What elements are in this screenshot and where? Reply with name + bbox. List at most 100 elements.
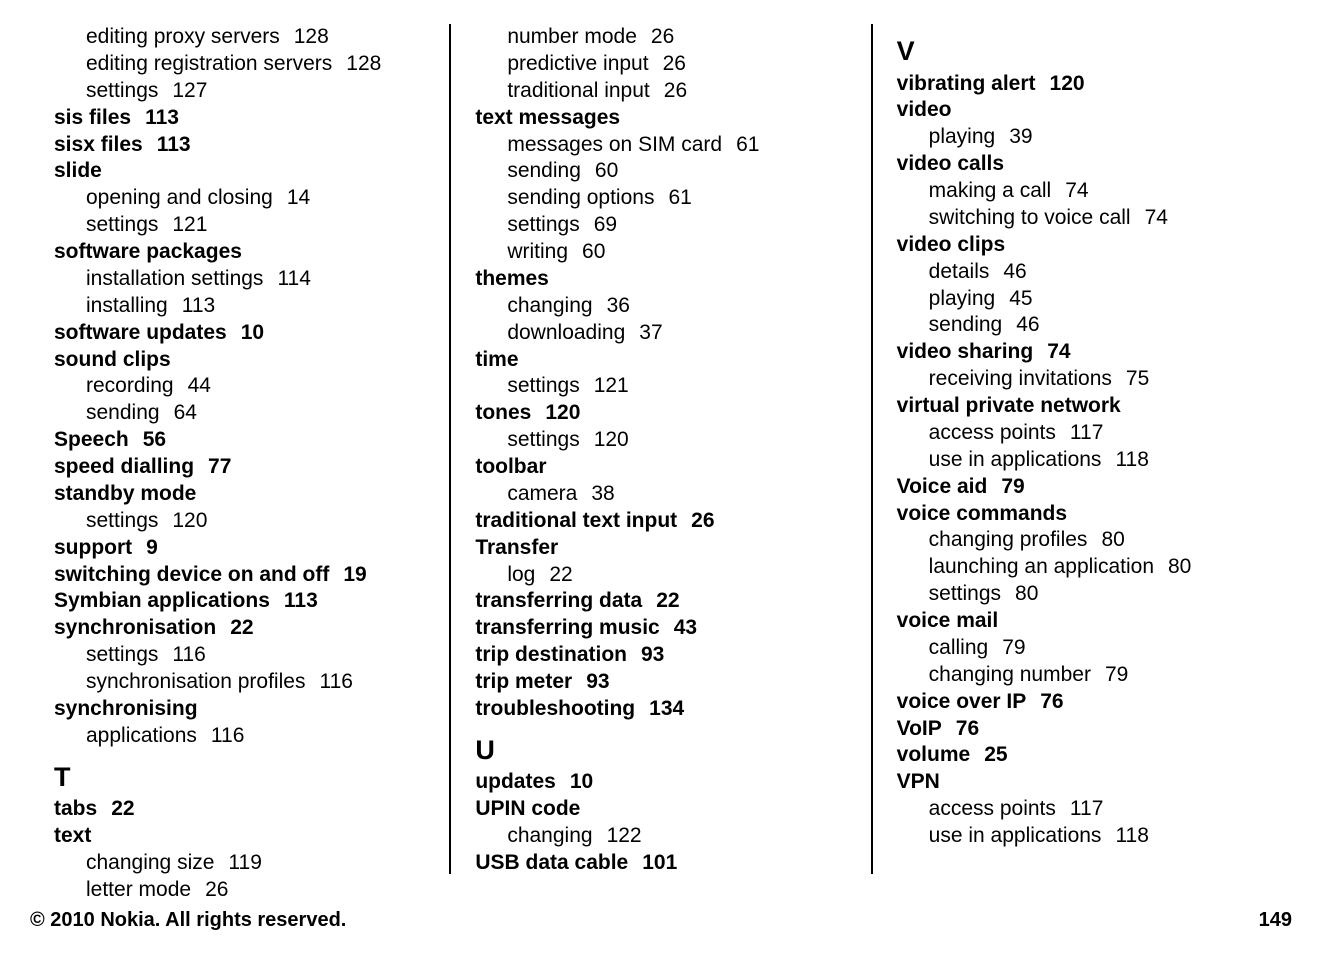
index-subentry[interactable]: making a call74 xyxy=(897,178,1268,205)
index-topic[interactable]: video xyxy=(897,97,1268,124)
index-topic[interactable]: trip meter93 xyxy=(475,669,846,696)
index-subentry[interactable]: sending46 xyxy=(897,312,1268,339)
index-topic[interactable]: troubleshooting134 xyxy=(475,696,846,723)
index-topic[interactable]: UPIN code xyxy=(475,796,846,823)
index-topic[interactable]: synchronising xyxy=(54,696,425,723)
index-topic[interactable]: sis files113 xyxy=(54,105,425,132)
index-topic[interactable]: trip destination93 xyxy=(475,642,846,669)
index-topic[interactable]: themes xyxy=(475,266,846,293)
index-topic[interactable]: speed dialling77 xyxy=(54,454,425,481)
index-subentry[interactable]: messages on SIM card61 xyxy=(475,132,846,159)
index-topic[interactable]: video clips xyxy=(897,232,1268,259)
index-subentry[interactable]: changing profiles80 xyxy=(897,527,1268,554)
index-subentry[interactable]: changing number79 xyxy=(897,662,1268,689)
index-topic[interactable]: Voice aid79 xyxy=(897,474,1268,501)
index-subentry[interactable]: settings121 xyxy=(475,373,846,400)
index-topic[interactable]: traditional text input26 xyxy=(475,508,846,535)
index-subentry[interactable]: editing registration servers128 xyxy=(54,51,425,78)
index-page-ref: 128 xyxy=(346,51,381,78)
index-topic[interactable]: tones120 xyxy=(475,400,846,427)
index-subentry[interactable]: receiving invitations75 xyxy=(897,366,1268,393)
index-topic[interactable]: tabs22 xyxy=(54,796,425,823)
index-topic[interactable]: standby mode xyxy=(54,481,425,508)
index-subentry[interactable]: sending60 xyxy=(475,158,846,185)
index-subentry[interactable]: camera38 xyxy=(475,481,846,508)
index-subentry[interactable]: predictive input26 xyxy=(475,51,846,78)
index-topic[interactable]: sisx files113 xyxy=(54,132,425,159)
index-topic[interactable]: voice over IP76 xyxy=(897,689,1268,716)
index-page-ref: 9 xyxy=(146,535,158,562)
index-subentry[interactable]: calling79 xyxy=(897,635,1268,662)
index-topic[interactable]: time xyxy=(475,347,846,374)
index-topic[interactable]: virtual private network xyxy=(897,393,1268,420)
index-page-ref: 101 xyxy=(642,850,677,877)
index-topic[interactable]: voice mail xyxy=(897,608,1268,635)
index-topic[interactable]: voice commands xyxy=(897,501,1268,528)
index-subentry[interactable]: access points117 xyxy=(897,420,1268,447)
index-topic[interactable]: USB data cable101 xyxy=(475,850,846,877)
index-subentry[interactable]: settings120 xyxy=(54,508,425,535)
index-topic[interactable]: text messages xyxy=(475,105,846,132)
index-subentry[interactable]: sending options61 xyxy=(475,185,846,212)
index-subentry[interactable]: details46 xyxy=(897,259,1268,286)
index-subentry[interactable]: use in applications118 xyxy=(897,823,1268,850)
index-subentry[interactable]: applications116 xyxy=(54,723,425,750)
index-subentry[interactable]: sending64 xyxy=(54,400,425,427)
index-subentry[interactable]: access points117 xyxy=(897,796,1268,823)
index-subentry[interactable]: playing 45 xyxy=(897,286,1268,313)
index-subentry[interactable]: changing36 xyxy=(475,293,846,320)
index-subentry[interactable]: number mode26 xyxy=(475,24,846,51)
index-columns: editing proxy servers128editing registra… xyxy=(30,24,1292,874)
index-topic[interactable]: support9 xyxy=(54,535,425,562)
index-subentry[interactable]: synchronisation profiles116 xyxy=(54,669,425,696)
index-topic[interactable]: video calls xyxy=(897,151,1268,178)
index-subentry[interactable]: installation settings114 xyxy=(54,266,425,293)
index-topic-label: synchronisation xyxy=(54,616,216,639)
index-subentry[interactable]: traditional input26 xyxy=(475,78,846,105)
index-page-ref: 26 xyxy=(663,51,686,78)
index-subentry[interactable]: changing size119 xyxy=(54,850,425,877)
index-subentry[interactable]: settings69 xyxy=(475,212,846,239)
index-topic[interactable]: sound clips xyxy=(54,347,425,374)
index-topic[interactable]: updates10 xyxy=(475,769,846,796)
page-number: 149 xyxy=(1259,909,1292,932)
index-topic[interactable]: Symbian applications113 xyxy=(54,588,425,615)
index-topic[interactable]: VoIP76 xyxy=(897,716,1268,743)
index-topic[interactable]: software updates10 xyxy=(54,320,425,347)
index-subentry[interactable]: recording44 xyxy=(54,373,425,400)
index-topic[interactable]: toolbar xyxy=(475,454,846,481)
index-subentry[interactable]: settings116 xyxy=(54,642,425,669)
index-subentry[interactable]: changing122 xyxy=(475,823,846,850)
index-subentry[interactable]: use in applications118 xyxy=(897,447,1268,474)
index-topic[interactable]: slide xyxy=(54,158,425,185)
index-topic[interactable]: vibrating alert120 xyxy=(897,71,1268,98)
index-subentry[interactable]: log22 xyxy=(475,562,846,589)
index-topic[interactable]: Speech56 xyxy=(54,427,425,454)
index-topic[interactable]: VPN xyxy=(897,769,1268,796)
index-topic[interactable]: software packages xyxy=(54,239,425,266)
index-subentry[interactable]: settings80 xyxy=(897,581,1268,608)
index-subentry[interactable]: opening and closing14 xyxy=(54,185,425,212)
index-topic[interactable]: switching device on and off19 xyxy=(54,562,425,589)
index-topic[interactable]: video sharing74 xyxy=(897,339,1268,366)
index-subentry[interactable]: switching to voice call74 xyxy=(897,205,1268,232)
index-page-ref: 113 xyxy=(157,132,191,159)
index-subentry[interactable]: launching an application80 xyxy=(897,554,1268,581)
index-subentry-label: playing xyxy=(929,287,996,310)
index-subentry[interactable]: settings121 xyxy=(54,212,425,239)
index-topic[interactable]: synchronisation22 xyxy=(54,615,425,642)
index-subentry[interactable]: settings120 xyxy=(475,427,846,454)
index-page-ref: 45 xyxy=(1009,286,1032,313)
index-subentry[interactable]: settings127 xyxy=(54,78,425,105)
index-topic[interactable]: transferring data22 xyxy=(475,588,846,615)
index-subentry[interactable]: installing113 xyxy=(54,293,425,320)
index-subentry[interactable]: editing proxy servers128 xyxy=(54,24,425,51)
index-subentry[interactable]: letter mode26 xyxy=(54,877,425,904)
index-topic[interactable]: volume25 xyxy=(897,742,1268,769)
index-topic[interactable]: transferring music43 xyxy=(475,615,846,642)
index-subentry[interactable]: writing60 xyxy=(475,239,846,266)
index-topic[interactable]: text xyxy=(54,823,425,850)
index-subentry[interactable]: downloading37 xyxy=(475,320,846,347)
index-subentry[interactable]: playing39 xyxy=(897,124,1268,151)
index-topic[interactable]: Transfer xyxy=(475,535,846,562)
